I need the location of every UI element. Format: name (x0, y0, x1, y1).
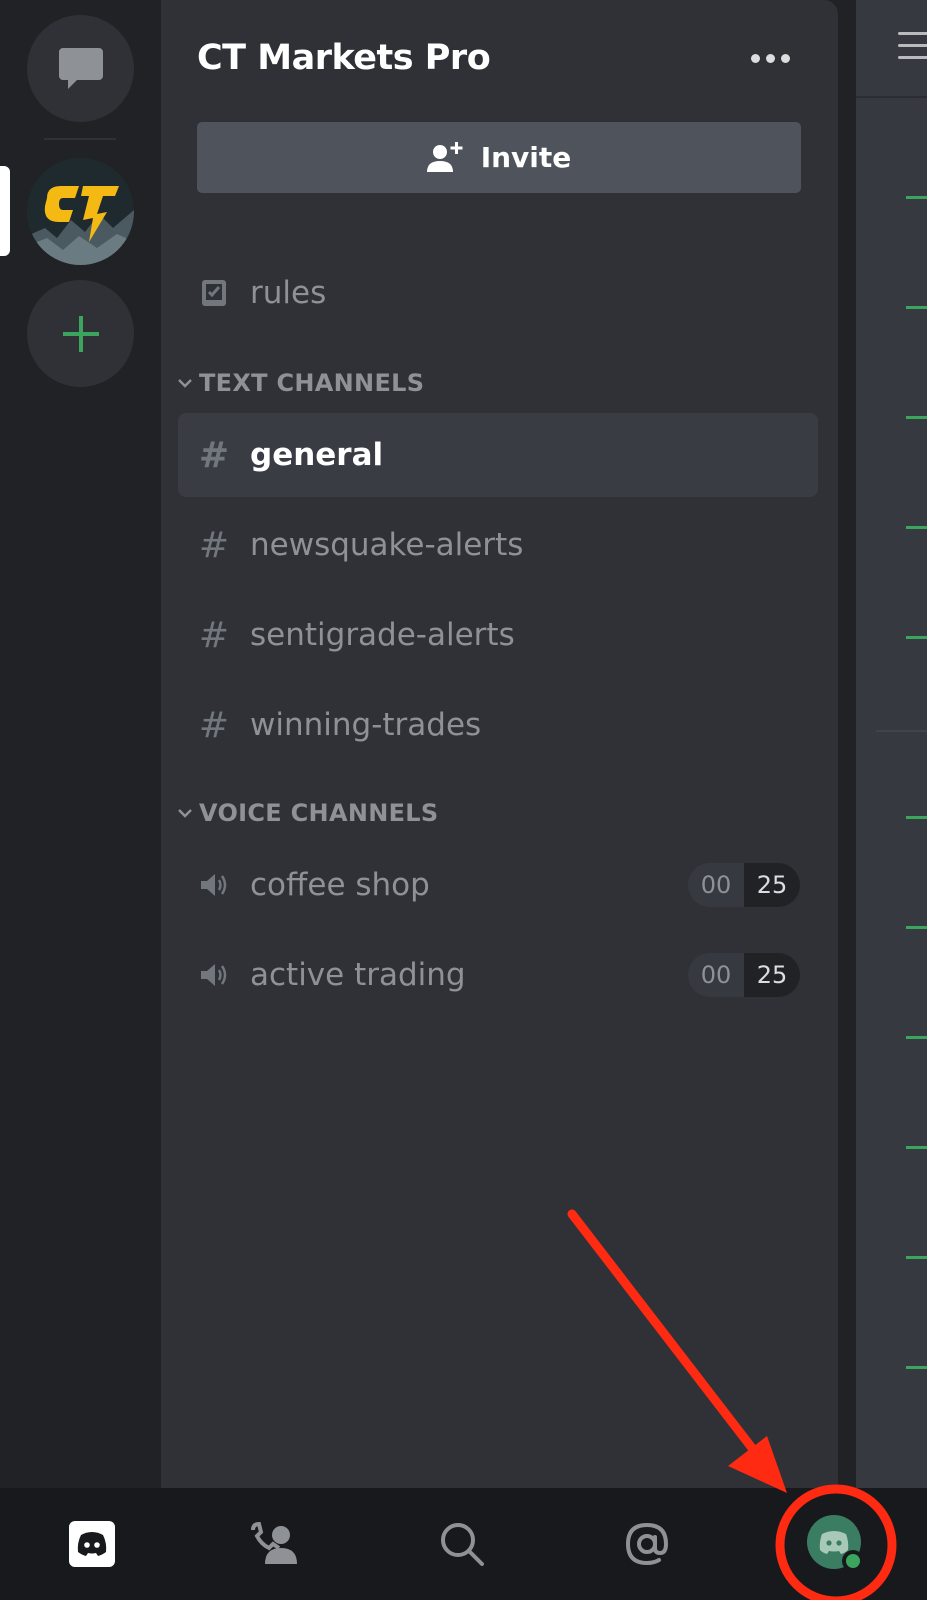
annotation-arrow-line (567, 1209, 757, 1453)
annotation-overlay (567, 1209, 897, 1600)
annotation-arrowhead (728, 1436, 787, 1493)
annotation-circle (775, 1484, 897, 1600)
